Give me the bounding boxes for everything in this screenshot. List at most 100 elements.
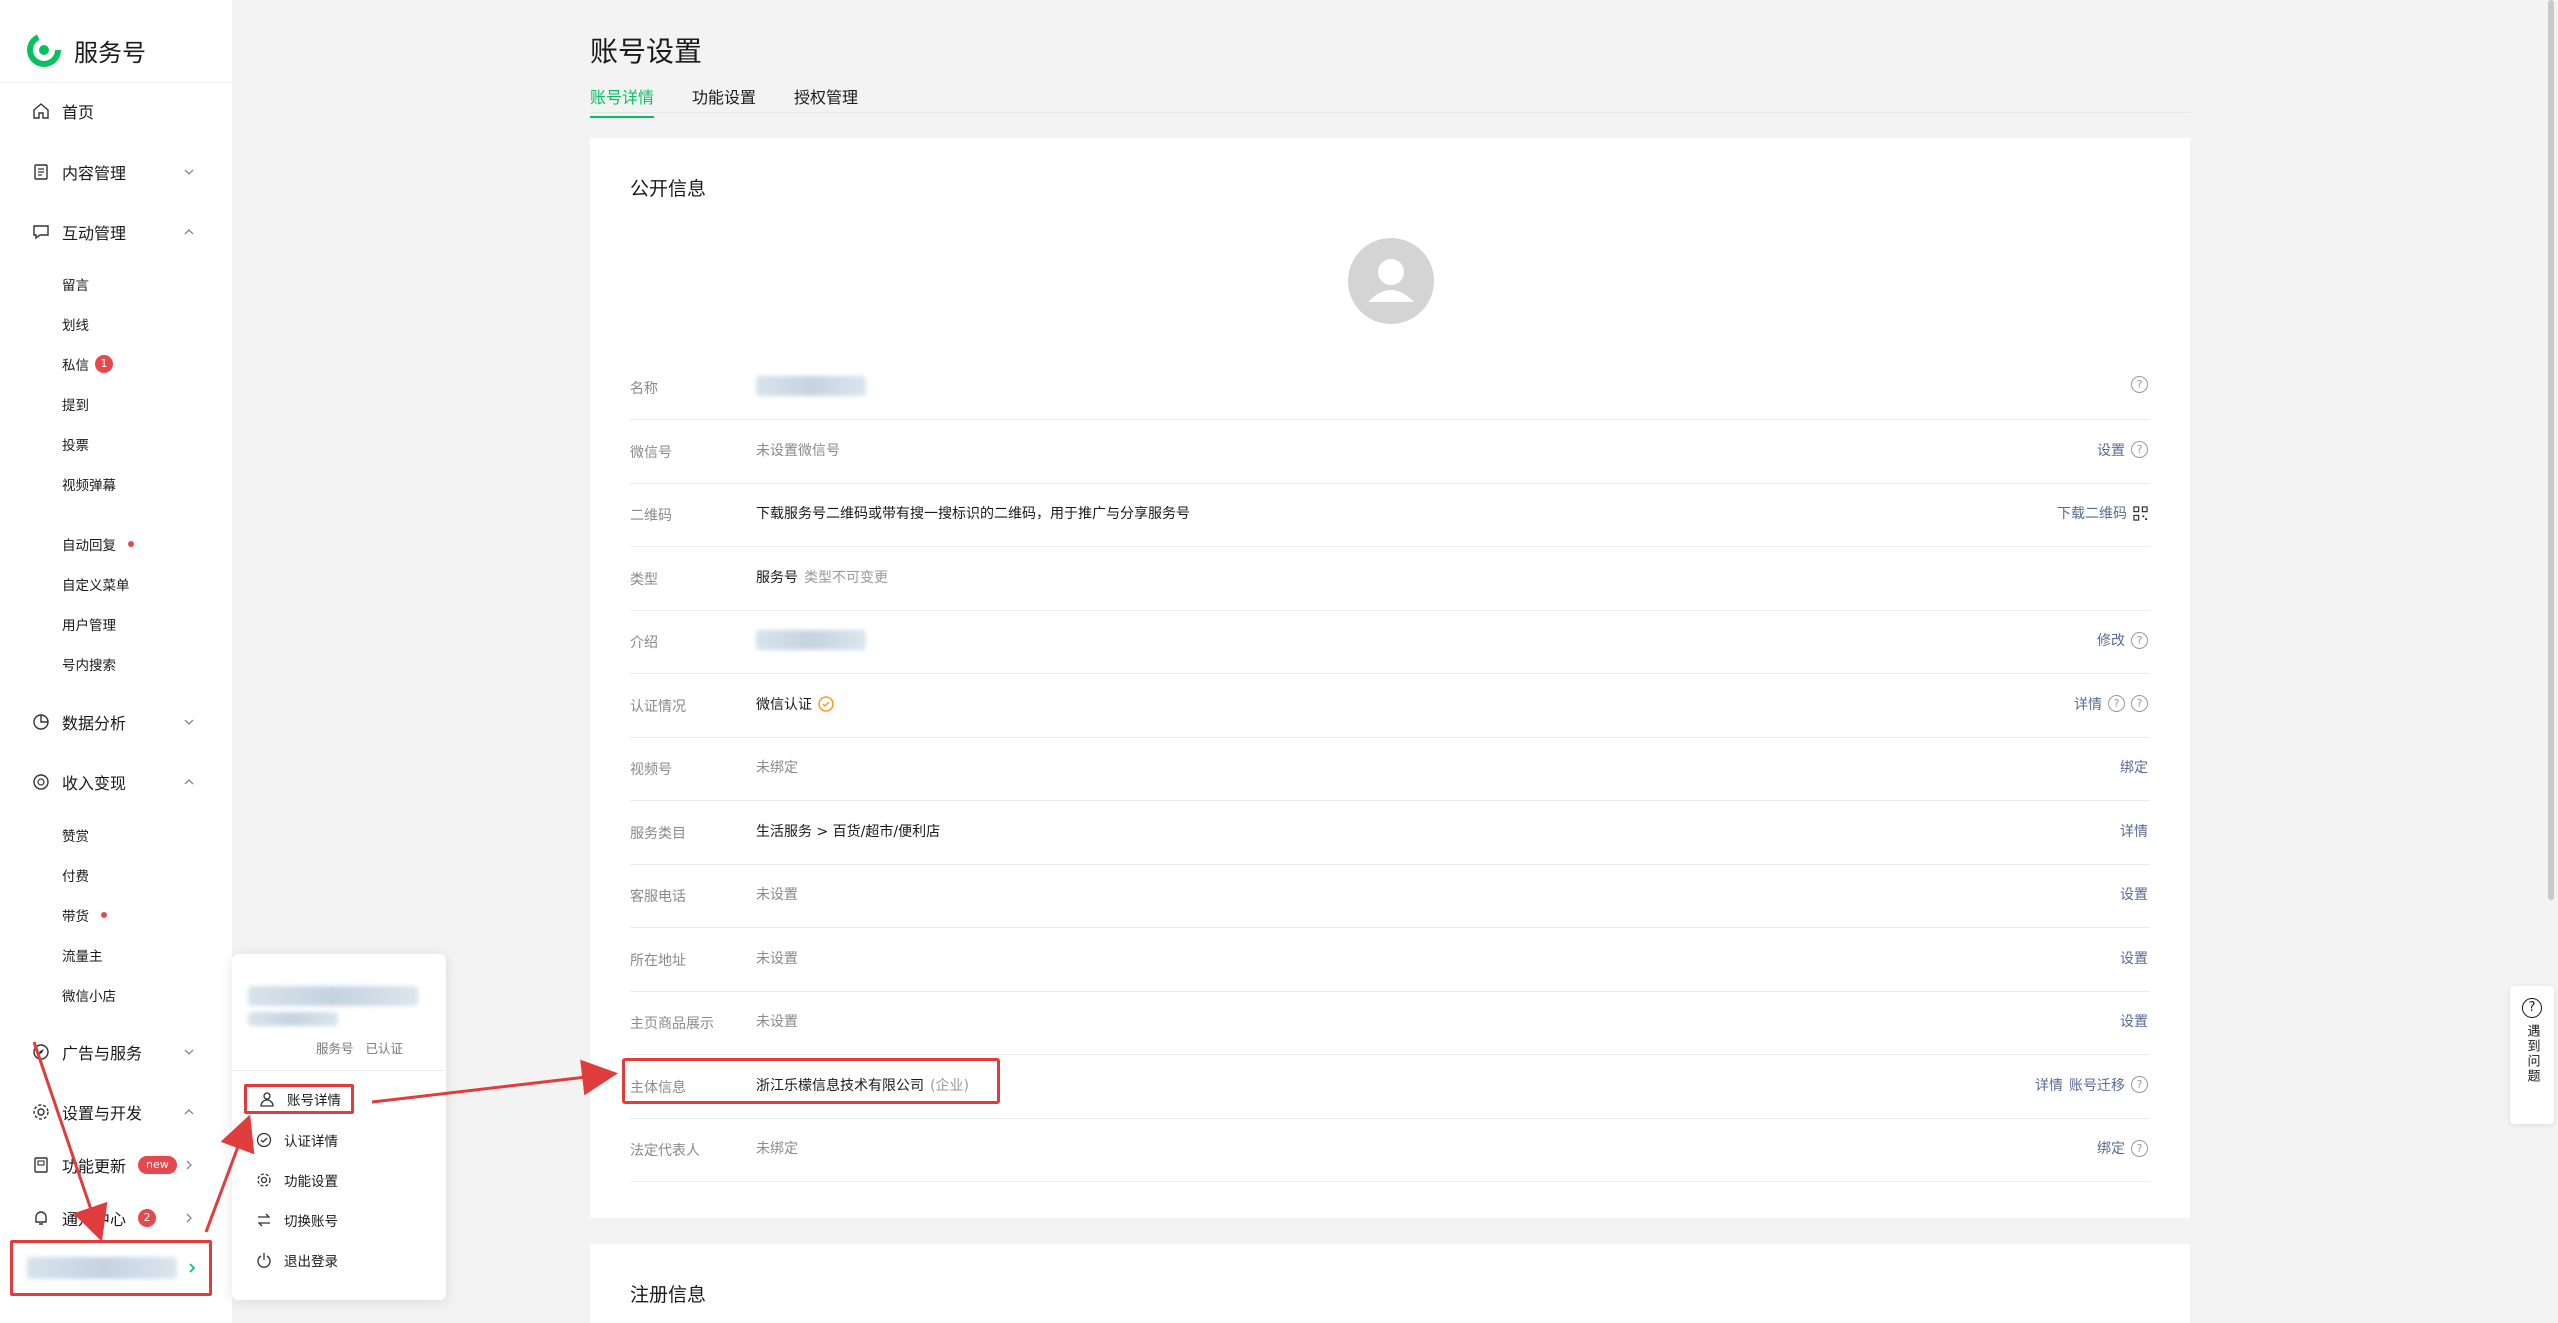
- verified-badge-icon: [818, 695, 834, 712]
- sidebar-subitem-comments[interactable]: 留言: [62, 271, 89, 297]
- sidebar: 服务号 首页 内容管理 互动管理 留言 划线 私信 1 提到 投票 视频弹幕 自动…: [0, 0, 232, 1323]
- account-switcher[interactable]: [10, 1240, 212, 1296]
- sidebar-item-feature-updates[interactable]: 功能更新 new: [32, 1150, 202, 1180]
- info-row-actions: 修改?: [2097, 630, 2148, 650]
- info-row-action-link[interactable]: 绑定: [2120, 757, 2148, 777]
- section-title: 注册信息: [630, 1284, 707, 1306]
- popup-item-verification-details[interactable]: 认证详情: [256, 1128, 338, 1152]
- info-row-action-link[interactable]: 详情: [2035, 1075, 2063, 1095]
- info-row: 主体信息 浙江乐檬信息技术有限公司 (企业) 详情 账号迁移?: [630, 1055, 2150, 1119]
- chevron-down-icon: [184, 719, 194, 725]
- account-popup-menu: 服务号 已认证 账号详情 认证详情 功能设置 切换账号 退出登录: [232, 954, 446, 1300]
- user-icon: [260, 1092, 274, 1107]
- info-row-action-link[interactable]: 详情: [2074, 694, 2102, 714]
- sidebar-subitem-user-management[interactable]: 用户管理: [62, 611, 116, 637]
- sidebar-item-interaction[interactable]: 互动管理: [32, 217, 202, 247]
- blurred-value: [756, 630, 866, 650]
- help-icon[interactable]: ?: [2131, 695, 2148, 712]
- popup-item-label: 认证详情: [284, 1134, 338, 1150]
- info-row-action-link[interactable]: 下载二维码: [2057, 503, 2127, 523]
- info-row-value-text: 未设置: [756, 950, 798, 967]
- info-row-label: 类型: [630, 571, 658, 588]
- sidebar-subitem-auto-reply[interactable]: 自动回复: [62, 531, 134, 557]
- info-row-label: 所在地址: [630, 952, 686, 969]
- sidebar-item-monetization[interactable]: 收入变现: [32, 767, 202, 797]
- help-icon[interactable]: ?: [2131, 631, 2148, 649]
- info-row-action-link[interactable]: 设置: [2097, 440, 2125, 460]
- sidebar-item-content[interactable]: 内容管理: [32, 157, 202, 187]
- sidebar-item-ads-services[interactable]: 广告与服务: [32, 1037, 202, 1067]
- sidebar-item-label: 广告与服务: [62, 1044, 143, 1063]
- popup-item-account-details[interactable]: 账号详情: [244, 1084, 354, 1114]
- new-badge: new: [138, 1156, 177, 1174]
- sidebar-item-home[interactable]: 首页: [32, 96, 94, 126]
- bell-icon: [35, 1211, 47, 1225]
- avatar[interactable]: [1348, 238, 1434, 324]
- chevron-up-icon: [184, 229, 194, 235]
- sidebar-subitem-in-account-search[interactable]: 号内搜索: [62, 651, 116, 677]
- info-row-label: 微信号: [630, 444, 672, 461]
- gear-icon: [33, 1104, 49, 1120]
- info-row-action-link[interactable]: 账号迁移: [2069, 1075, 2125, 1095]
- sidebar-subitem-custom-menu[interactable]: 自定义菜单: [62, 571, 130, 597]
- notification-count-badge: 2: [138, 1209, 157, 1227]
- info-row-value: 未设置: [756, 1011, 798, 1031]
- help-icon[interactable]: ?: [2131, 1076, 2148, 1093]
- info-row-action-link[interactable]: 设置: [2120, 948, 2148, 968]
- question-icon: ?: [2522, 998, 2542, 1018]
- help-icon[interactable]: ?: [2131, 376, 2148, 393]
- popup-item-feature-settings[interactable]: 功能设置: [256, 1168, 338, 1192]
- sidebar-subitem-video-danmaku[interactable]: 视频弹幕: [62, 471, 116, 497]
- info-row-value: 未绑定: [756, 1138, 798, 1158]
- popup-item-switch-account[interactable]: 切换账号: [256, 1208, 338, 1232]
- help-float-button[interactable]: ? 遇到问题: [2510, 986, 2554, 1124]
- avatar-placeholder-icon: [1368, 259, 1414, 302]
- popup-item-label: 切换账号: [284, 1214, 338, 1230]
- verified-label: 已认证: [365, 1041, 404, 1056]
- info-row: 介绍 修改?: [630, 610, 2150, 674]
- sidebar-subitem-messages[interactable]: 私信 1: [62, 351, 113, 377]
- sidebar-subitem-label: 留言: [62, 278, 89, 294]
- qr-code-icon[interactable]: [2133, 505, 2148, 521]
- info-row-action-link[interactable]: 设置: [2120, 1011, 2148, 1031]
- sidebar-subitem-sales[interactable]: 带货: [62, 902, 107, 928]
- help-icon[interactable]: ?: [2108, 695, 2125, 712]
- info-row-label: 服务类目: [630, 825, 686, 842]
- help-icon[interactable]: ?: [2131, 441, 2148, 458]
- sidebar-item-settings-dev[interactable]: 设置与开发: [32, 1097, 202, 1127]
- sidebar-subitem-highlights[interactable]: 划线: [62, 311, 89, 337]
- sidebar-subitem-label: 号内搜索: [62, 658, 116, 674]
- popup-item-label: 账号详情: [287, 1093, 341, 1109]
- scrollbar[interactable]: [2548, 0, 2554, 900]
- sidebar-subitem-label: 投票: [62, 438, 89, 454]
- sidebar-subitem-votes[interactable]: 投票: [62, 431, 89, 457]
- sidebar-subitem-wechat-shop[interactable]: 微信小店: [62, 982, 116, 1008]
- gear-icon: [257, 1173, 271, 1187]
- sidebar-subitem-traffic-owner[interactable]: 流量主: [62, 942, 103, 968]
- brand[interactable]: 服务号: [26, 32, 146, 68]
- info-row-value: 微信认证: [756, 694, 834, 714]
- sidebar-item-label: 功能更新: [62, 1157, 127, 1176]
- info-row-action-link[interactable]: 绑定: [2097, 1138, 2125, 1158]
- info-row-value: 服务号 类型不可变更: [756, 567, 888, 587]
- sidebar-subitem-mentions[interactable]: 提到: [62, 391, 89, 417]
- info-row-action-link[interactable]: 设置: [2120, 884, 2148, 904]
- info-row-value-text: 微信认证: [756, 696, 812, 713]
- info-row-label: 视频号: [630, 762, 672, 778]
- sidebar-subitem-label: 带货: [62, 909, 89, 925]
- info-row-actions: 设置?: [2097, 440, 2148, 460]
- info-row-action-link[interactable]: 修改: [2097, 630, 2125, 650]
- sidebar-item-notifications[interactable]: 通知中心 2: [32, 1203, 202, 1233]
- divider: [590, 112, 2190, 113]
- sidebar-subitem-paid[interactable]: 付费: [62, 862, 89, 888]
- book-icon: [34, 1157, 48, 1173]
- help-icon[interactable]: ?: [2131, 1139, 2148, 1157]
- popup-item-logout[interactable]: 退出登录: [256, 1248, 338, 1272]
- info-row-actions: 设置: [2120, 1011, 2148, 1031]
- sidebar-item-analytics[interactable]: 数据分析: [32, 707, 202, 737]
- sidebar-subitem-label: 微信小店: [62, 989, 116, 1005]
- info-row-action-link[interactable]: 详情: [2120, 821, 2148, 841]
- chevron-up-icon: [184, 1109, 194, 1115]
- document-icon: [34, 164, 48, 180]
- sidebar-subitem-tips[interactable]: 赞赏: [62, 822, 89, 848]
